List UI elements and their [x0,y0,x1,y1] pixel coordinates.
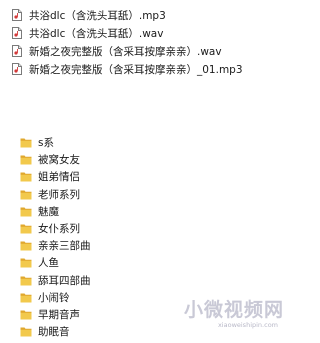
folder-name: s系 [38,137,54,150]
folder-icon [20,327,32,337]
file-item[interactable]: 共浴dlc（含洗头耳舐）.wav [12,24,292,42]
watermark-text: 小微视频网 [183,298,284,321]
folder-icon [20,138,32,148]
folder-item[interactable]: 被窝女友 [20,151,200,168]
folder-item[interactable]: 小闹铃 [20,289,200,306]
watermark-logo: 小微视频网 [180,295,284,321]
file-explorer-view: 共浴dlc（含洗头耳舐）.mp3 共浴dlc（含洗头耳舐）.wav 新婚之夜完整… [0,0,296,343]
folder-icon [20,241,32,251]
folder-item[interactable]: 早期音声 [20,306,200,323]
audio-file-icon [12,45,22,57]
watermark: 小微视频网 xiaoweishipin.com [180,295,284,330]
folder-icon [20,190,32,200]
folder-list: s系 被窝女友 姐弟情侣 老师系列 魅魔 女仆系列 亲亲三部曲 人鱼 舔耳四部曲… [20,134,200,340]
folder-icon [20,155,32,165]
folder-name: 老师系列 [38,188,80,201]
audio-file-icon [12,27,22,39]
folder-name: 魅魔 [38,205,59,218]
folder-name: 小闹铃 [38,291,70,304]
file-item[interactable]: 共浴dlc（含洗头耳舐）.mp3 [12,6,292,24]
audio-file-icon [12,63,22,75]
folder-icon [20,276,32,286]
file-name: 新婚之夜完整版（含采耳按摩亲亲）_01.mp3 [29,63,243,76]
folder-item[interactable]: 魅魔 [20,203,200,220]
watermark-url: xiaoweishipin.com [217,321,278,329]
folder-name: 亲亲三部曲 [38,240,91,253]
file-item[interactable]: 新婚之夜完整版（含采耳按摩亲亲）_01.mp3 [12,60,292,78]
folder-item[interactable]: 亲亲三部曲 [20,237,200,254]
file-list: 共浴dlc（含洗头耳舐）.mp3 共浴dlc（含洗头耳舐）.wav 新婚之夜完整… [12,6,292,78]
folder-icon [20,224,32,234]
folder-icon [20,172,32,182]
file-item[interactable]: 新婚之夜完整版（含采耳按摩亲亲）.wav [12,42,292,60]
file-name: 共浴dlc（含洗头耳舐）.mp3 [29,9,166,22]
folder-item[interactable]: 女仆系列 [20,220,200,237]
folder-item[interactable]: 姐弟情侣 [20,168,200,185]
folder-item[interactable]: 人鱼 [20,254,200,271]
folder-name: 被窝女友 [38,154,80,167]
folder-icon [20,293,32,303]
folder-item[interactable]: 助眠音 [20,323,200,340]
folder-name: 人鱼 [38,257,59,270]
file-name: 新婚之夜完整版（含采耳按摩亲亲）.wav [29,45,222,58]
folder-icon [20,258,32,268]
folder-name: 早期音声 [38,308,80,321]
folder-name: 女仆系列 [38,223,80,236]
folder-name: 姐弟情侣 [38,171,80,184]
folder-name: 助眠音 [38,326,70,339]
folder-icon [20,310,32,320]
folder-name: 舔耳四部曲 [38,274,91,287]
folder-icon [20,207,32,217]
folder-item[interactable]: s系 [20,134,200,151]
audio-file-icon [12,9,22,21]
folder-item[interactable]: 老师系列 [20,186,200,203]
file-name: 共浴dlc（含洗头耳舐）.wav [29,27,164,40]
folder-item[interactable]: 舔耳四部曲 [20,272,200,289]
